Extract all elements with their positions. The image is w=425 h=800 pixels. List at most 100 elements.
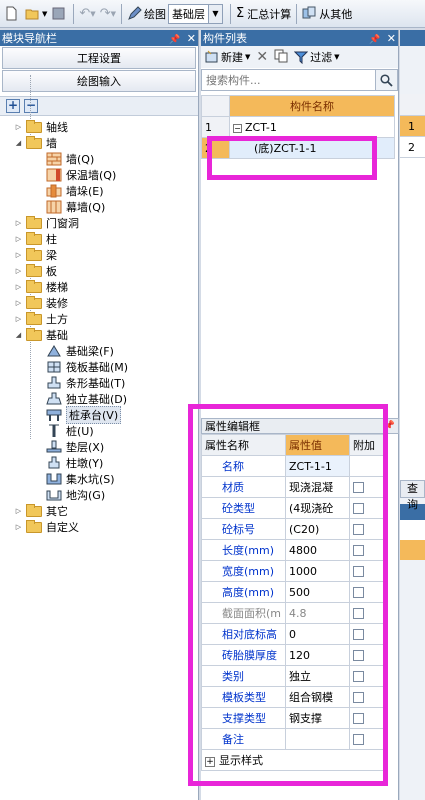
- expand-icon[interactable]: ▷: [14, 283, 23, 292]
- extra-checkbox[interactable]: [353, 692, 364, 703]
- tree-node-other[interactable]: ▷ 其它: [0, 503, 198, 519]
- tree-node-decoration[interactable]: ▷ 装修: [0, 295, 198, 311]
- layer-select[interactable]: 基础层: [167, 3, 209, 24]
- query-tab[interactable]: 查询: [400, 480, 425, 511]
- tree-node-earthwork[interactable]: ▷ 土方: [0, 311, 198, 327]
- tree-node-slab[interactable]: ▷ 板: [0, 263, 198, 279]
- extra-checkbox[interactable]: [353, 713, 364, 724]
- tree-node-insulation-wall[interactable]: 保温墙(Q): [0, 167, 198, 183]
- pin-icon[interactable]: 📌: [384, 421, 395, 431]
- display-style-row[interactable]: + 显示样式: [201, 749, 384, 771]
- filter-button[interactable]: 过滤 ▼: [294, 49, 340, 65]
- tree-node-strip-foundation[interactable]: 条形基础(T): [0, 375, 198, 391]
- prop-value[interactable]: ZCT-1-1: [285, 455, 350, 477]
- extra-checkbox[interactable]: [353, 587, 364, 598]
- table-row-selected[interactable]: 2 (底)ZCT-1-1: [201, 137, 395, 159]
- prop-value[interactable]: 120: [285, 644, 350, 666]
- extra-checkbox[interactable]: [353, 566, 364, 577]
- close-icon[interactable]: ✕: [387, 32, 396, 45]
- table-row[interactable]: 1 − ZCT-1: [201, 116, 395, 138]
- tree-node-wall-pier[interactable]: 墙垛(E): [0, 183, 198, 199]
- prop-value[interactable]: 1000: [285, 560, 350, 582]
- new-file-button[interactable]: [2, 3, 23, 25]
- expand-all-button[interactable]: +: [6, 99, 20, 113]
- tree-node-isolated-foundation[interactable]: 独立基础(D): [0, 391, 198, 407]
- tree-node-foundation[interactable]: ◢ 基础: [0, 327, 198, 343]
- expand-icon[interactable]: ▷: [14, 235, 23, 244]
- tree-node-wall[interactable]: ◢ 墙: [0, 135, 198, 151]
- draw-button[interactable]: 绘图: [125, 3, 168, 25]
- tree-node-column[interactable]: ▷ 柱: [0, 231, 198, 247]
- component-name-cell[interactable]: − ZCT-1: [229, 116, 395, 138]
- prop-value[interactable]: 4800: [285, 539, 350, 561]
- collapse-icon[interactable]: ◢: [14, 139, 23, 148]
- from-other-button[interactable]: 从其他: [300, 3, 354, 25]
- prop-value[interactable]: 现浇混凝: [285, 476, 350, 498]
- tree-node-door-window[interactable]: ▷ 门窗洞: [0, 215, 198, 231]
- expand-icon[interactable]: ▷: [14, 315, 23, 324]
- expand-icon[interactable]: ▷: [14, 267, 23, 276]
- tree-node-custom[interactable]: ▷ 自定义: [0, 519, 198, 535]
- collapse-all-button[interactable]: −: [24, 99, 38, 113]
- extra-checkbox[interactable]: [353, 482, 364, 493]
- expand-icon[interactable]: ▷: [14, 219, 23, 228]
- pin-icon[interactable]: 📌: [169, 35, 180, 45]
- collapse-icon[interactable]: −: [233, 123, 242, 133]
- tree-node-cushion[interactable]: 垫层(X): [0, 439, 198, 455]
- prop-value[interactable]: 0: [285, 623, 350, 645]
- tree-node-axis[interactable]: ▷ 轴线: [0, 119, 198, 135]
- undo-button[interactable]: ↶ ▼: [77, 3, 97, 25]
- tree-node-sump-pit[interactable]: 集水坑(S): [0, 471, 198, 487]
- prop-value[interactable]: 独立: [285, 665, 350, 687]
- extra-checkbox[interactable]: [353, 545, 364, 556]
- tree-node-beam[interactable]: ▷ 梁: [0, 247, 198, 263]
- layer-dropdown-button[interactable]: ▼: [208, 3, 223, 24]
- extra-checkbox[interactable]: [353, 734, 364, 745]
- prop-value[interactable]: 组合钢模: [285, 686, 350, 708]
- tree-node-pile-cap[interactable]: 桩承台(V): [0, 406, 198, 424]
- prop-value[interactable]: 500: [285, 581, 350, 603]
- expand-icon[interactable]: ▷: [14, 299, 23, 308]
- tree-node-column-pier[interactable]: 柱墩(Y): [0, 455, 198, 471]
- right-row[interactable]: 2: [400, 137, 425, 158]
- prop-value[interactable]: 钢支撑: [285, 707, 350, 729]
- expand-icon[interactable]: ▷: [14, 523, 23, 532]
- new-component-button[interactable]: 新建 ▼: [205, 49, 250, 65]
- tree-node-curtain-wall[interactable]: 幕墙(Q): [0, 199, 198, 215]
- tree-node-stairs[interactable]: ▷ 楼梯: [0, 279, 198, 295]
- tree-node-wall-q[interactable]: 墙(Q): [0, 151, 198, 167]
- collapse-icon[interactable]: ◢: [14, 331, 23, 340]
- extra-checkbox[interactable]: [353, 503, 364, 514]
- tree-node-raft-foundation[interactable]: 筏板基础(M): [0, 359, 198, 375]
- tree-node-pile[interactable]: 桩(U): [0, 423, 198, 439]
- project-settings-button[interactable]: 工程设置: [2, 47, 196, 69]
- extra-checkbox[interactable]: [353, 671, 364, 682]
- close-icon[interactable]: ✕: [187, 32, 196, 45]
- redo-button[interactable]: ↷ ▼: [98, 3, 118, 25]
- search-button[interactable]: [376, 69, 398, 91]
- copy-button[interactable]: [274, 49, 288, 66]
- delete-button[interactable]: ✕: [256, 49, 268, 65]
- save-button[interactable]: [49, 3, 70, 25]
- component-name-header[interactable]: 构件名称: [229, 95, 395, 117]
- component-search-input[interactable]: [201, 69, 376, 91]
- expand-icon[interactable]: ▷: [14, 507, 23, 516]
- component-name-cell[interactable]: (底)ZCT-1-1: [229, 137, 395, 159]
- prop-value[interactable]: (C20): [285, 518, 350, 540]
- prop-value[interactable]: [285, 728, 350, 750]
- open-file-button[interactable]: ▼: [23, 3, 49, 25]
- drawing-input-button[interactable]: 绘图输入: [2, 70, 196, 92]
- tree-node-trench[interactable]: 地沟(G): [0, 487, 198, 503]
- extra-checkbox[interactable]: [353, 608, 364, 619]
- summary-button[interactable]: Σ 汇总计算: [234, 3, 293, 25]
- prop-value[interactable]: (4现浇砼: [285, 497, 350, 519]
- extra-checkbox[interactable]: [353, 650, 364, 661]
- right-row[interactable]: 1: [400, 116, 425, 137]
- extra-checkbox[interactable]: [353, 524, 364, 535]
- pin-icon[interactable]: 📌: [369, 35, 380, 45]
- expand-icon[interactable]: ▷: [14, 251, 23, 260]
- expand-icon[interactable]: +: [205, 757, 215, 767]
- expand-icon[interactable]: ▷: [14, 123, 23, 132]
- tree-node-foundation-beam[interactable]: 基础梁(F): [0, 343, 198, 359]
- extra-checkbox[interactable]: [353, 629, 364, 640]
